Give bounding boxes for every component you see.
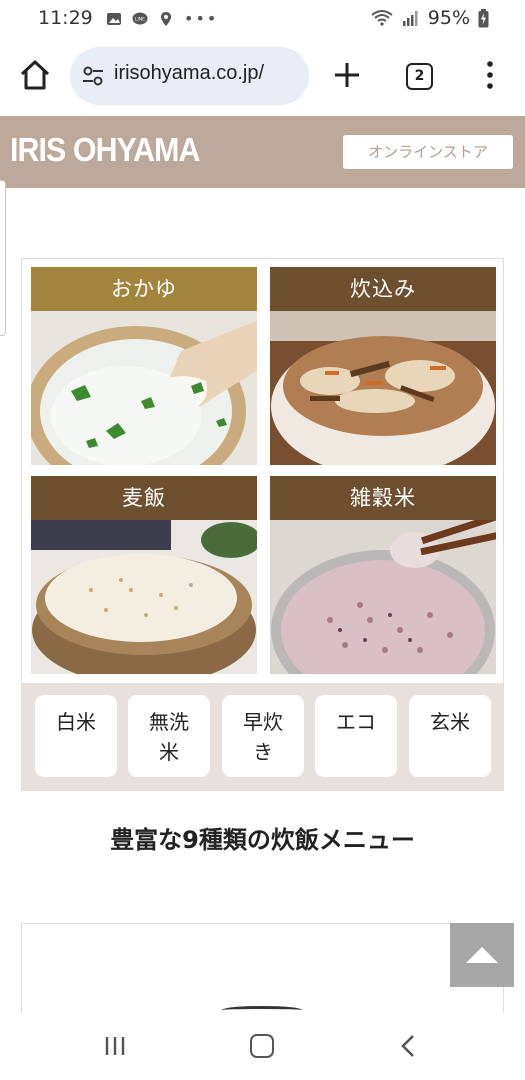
browser-toolbar: irisohyama.co.jp/ 2 [0, 38, 525, 116]
site-header: IRIS OHYAMA オンラインストア [0, 116, 525, 188]
address-bar[interactable]: irisohyama.co.jp/ [70, 47, 309, 105]
mugimeshi-photo [31, 520, 257, 674]
mode-button-hayadaki[interactable]: 早炊 き [222, 695, 304, 777]
scroll-to-top-button[interactable] [450, 923, 514, 987]
mode-button-eco[interactable]: エコ [315, 695, 397, 777]
battery-percent: 95% [427, 7, 470, 29]
tile-label: おかゆ [31, 267, 257, 311]
system-nav-bar [0, 1013, 525, 1080]
menu-tile-okayu: おかゆ [31, 267, 257, 465]
zakkokumai-photo [270, 520, 496, 674]
mode-button-hakumai[interactable]: 白米 [35, 695, 117, 777]
location-icon [161, 11, 171, 26]
mode-button-musenmai[interactable]: 無洗 米 [128, 695, 210, 777]
okayu-photo [31, 311, 257, 465]
tile-label: 雑穀米 [270, 476, 496, 520]
up-arrow-icon [466, 947, 498, 963]
line-icon: LINE [132, 12, 148, 24]
side-drawer-handle[interactable] [0, 180, 6, 336]
gallery-icon [107, 12, 121, 25]
status-bar: 11:29 LINE ••• 95% [0, 0, 525, 38]
menu-tile-zakkokumai: 雑穀米 [270, 476, 496, 674]
online-store-button[interactable]: オンラインストア [343, 135, 513, 169]
site-settings-icon[interactable] [82, 65, 104, 87]
tile-label: 麦飯 [31, 476, 257, 520]
takikomi-photo [270, 311, 496, 465]
cooking-mode-buttons: 白米 無洗 米 早炊 き エコ 玄米 [22, 683, 503, 790]
tab-switcher-button[interactable]: 2 [406, 63, 433, 90]
system-home-button[interactable] [250, 1034, 274, 1058]
recent-apps-icon[interactable] [104, 1035, 126, 1057]
rice-menu-card: おかゆ 炊込み 麦飯 雑穀米 白米 無洗 米 早炊 き エコ 玄米 [21, 258, 504, 791]
url-text[interactable]: irisohyama.co.jp/ [114, 62, 264, 85]
mode-button-genmai[interactable]: 玄米 [409, 695, 491, 777]
home-icon[interactable] [18, 58, 52, 92]
menu-caption: 豊富な9種類の炊飯メニュー [110, 826, 415, 854]
battery-charging-icon [478, 8, 489, 27]
next-content-card [21, 923, 504, 1013]
menu-tile-mugimeshi: 麦飯 [31, 476, 257, 674]
wifi-icon [371, 10, 393, 26]
site-logo[interactable]: IRIS OHYAMA [10, 131, 200, 169]
menu-tile-takikomi: 炊込み [270, 267, 496, 465]
status-time: 11:29 [38, 7, 93, 29]
tile-label: 炊込み [270, 267, 496, 311]
svg-text:LINE: LINE [135, 16, 145, 22]
signal-icon [402, 11, 418, 26]
new-tab-icon[interactable] [332, 60, 362, 90]
back-icon[interactable] [398, 1033, 418, 1059]
browser-menu-icon[interactable] [480, 60, 500, 90]
more-dots-icon: ••• [184, 9, 219, 28]
